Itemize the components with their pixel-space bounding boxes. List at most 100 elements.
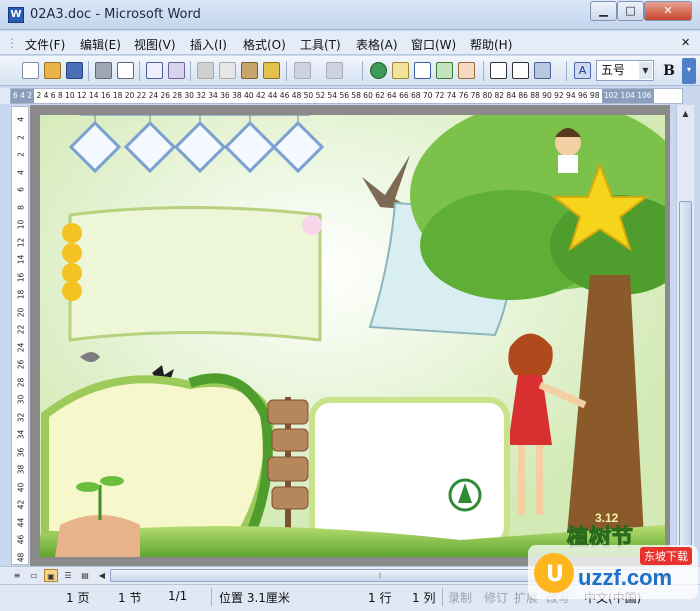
vertical-scrollbar[interactable]: ▲ ▼ xyxy=(676,105,694,571)
word-app-icon[interactable]: W xyxy=(8,7,24,23)
vertical-ruler-mark: 14 xyxy=(16,254,26,265)
copy-icon[interactable] xyxy=(219,62,236,79)
normal-view-icon[interactable]: ≡ xyxy=(10,569,24,582)
menu-bar: ⋮ 文件(F) 编辑(E) 视图(V) 插入(I) 格式(O) 工具(T) 表格… xyxy=(0,31,700,55)
status-column: 1 列 xyxy=(412,591,436,605)
tables-borders-icon[interactable] xyxy=(392,62,409,79)
show-formatting-icon[interactable] xyxy=(534,62,551,79)
columns-icon[interactable] xyxy=(490,62,507,79)
outline-view-icon[interactable]: ☰ xyxy=(61,569,75,582)
menu-help[interactable]: 帮助(H) xyxy=(470,36,512,53)
print-preview-icon[interactable] xyxy=(117,62,134,79)
vertical-ruler-mark: 20 xyxy=(16,307,26,317)
toolbar-options-icon[interactable]: ▾ xyxy=(682,58,696,84)
menu-grip-icon: ⋮ xyxy=(6,36,18,50)
spelling-icon[interactable] xyxy=(146,62,163,79)
insert-table-icon[interactable] xyxy=(414,62,431,79)
horizontal-ruler[interactable]: 6 4 2 2 4 6 8 10 12 14 16 18 20 22 24 26… xyxy=(10,88,683,104)
menu-close-icon[interactable]: ✕ xyxy=(681,36,690,49)
vertical-ruler-mark: 38 xyxy=(16,464,26,475)
vertical-ruler-mark: 22 xyxy=(16,324,26,335)
reading-layout-view-icon[interactable]: ▤ xyxy=(78,569,92,582)
document-page[interactable]: 3.12 植树节 xyxy=(40,115,665,557)
save-icon[interactable] xyxy=(66,62,83,79)
cut-icon[interactable] xyxy=(197,62,214,79)
redo-icon[interactable] xyxy=(326,62,343,79)
vertical-ruler-mark: 36 xyxy=(16,447,26,457)
vertical-ruler-mark: 16 xyxy=(16,272,26,282)
vertical-ruler-mark: 48 xyxy=(16,552,26,562)
toolbar-separator xyxy=(190,61,191,81)
status-track-changes[interactable]: 修订 xyxy=(484,589,508,606)
poster-artwork: 3.12 植树节 xyxy=(40,115,665,557)
vertical-scroll-thumb[interactable] xyxy=(679,201,692,571)
hyperlink-icon[interactable] xyxy=(370,62,387,79)
status-section: 1 节 xyxy=(118,591,142,605)
site-watermark: U uzzf.com 东坡下载 xyxy=(528,545,698,599)
vertical-ruler-mark: 30 xyxy=(16,394,26,405)
close-button[interactable]: ✕ xyxy=(644,1,692,21)
status-page: 1 页 xyxy=(66,591,90,605)
vertical-ruler-mark: 2 xyxy=(16,152,26,157)
vertical-ruler-mark: 44 xyxy=(16,517,26,527)
menu-window[interactable]: 窗口(W) xyxy=(411,36,456,53)
toolbar-separator xyxy=(286,61,287,81)
vertical-ruler-mark: 24 xyxy=(16,342,26,352)
bold-button[interactable]: B xyxy=(659,61,679,81)
holiday-date: 3.12 xyxy=(595,511,619,525)
status-pages: 1/1 xyxy=(168,589,188,603)
vertical-ruler-mark: 34 xyxy=(16,429,26,440)
svg-text:U: U xyxy=(546,562,564,587)
status-separator xyxy=(211,588,212,606)
menu-view[interactable]: 视图(V) xyxy=(134,36,176,53)
vertical-ruler-mark: 4 xyxy=(16,169,26,175)
ruler-left-margin: 6 4 2 xyxy=(11,89,35,103)
new-document-icon[interactable] xyxy=(22,62,39,79)
vertical-ruler-mark: 40 xyxy=(16,482,26,492)
styles-formatting-icon[interactable]: A xyxy=(574,62,591,79)
menu-file[interactable]: 文件(F) xyxy=(25,36,65,53)
vertical-ruler-mark: 6 xyxy=(16,187,26,192)
vertical-ruler-mark: 42 xyxy=(16,499,26,510)
scroll-left-icon[interactable]: ◀ xyxy=(95,569,109,582)
vertical-ruler-mark: 26 xyxy=(16,359,26,370)
font-size-value: 五号 xyxy=(601,63,626,77)
document-map-icon[interactable] xyxy=(512,62,529,79)
toolbar-separator xyxy=(88,61,89,81)
leaf-frame xyxy=(41,375,275,539)
vertical-ruler-mark: 12 xyxy=(16,237,26,247)
title-bar: W 02A3.doc - Microsoft Word ▁ □ ✕ xyxy=(0,0,700,30)
status-record[interactable]: 录制 xyxy=(448,589,472,606)
ruler-right-margin: 102 104 106 xyxy=(601,89,654,103)
menu-table[interactable]: 表格(A) xyxy=(356,36,398,53)
vertical-ruler-mark: 8 xyxy=(16,204,26,210)
window-title: 02A3.doc - Microsoft Word xyxy=(30,7,201,22)
web-layout-view-icon[interactable]: ▭ xyxy=(27,569,41,582)
vertical-ruler-mark: 2 xyxy=(16,134,26,140)
font-size-select[interactable]: 五号 ▼ xyxy=(596,60,654,81)
menu-insert[interactable]: 插入(I) xyxy=(190,36,227,53)
menu-format[interactable]: 格式(O) xyxy=(243,36,286,53)
minimize-button[interactable]: ▁ xyxy=(590,1,617,21)
scroll-up-icon[interactable]: ▲ xyxy=(679,107,692,121)
vertical-ruler-mark: 32 xyxy=(16,412,26,422)
undo-icon[interactable] xyxy=(294,62,311,79)
insert-excel-icon[interactable] xyxy=(436,62,453,79)
toolbar-separator xyxy=(483,61,484,81)
vertical-ruler[interactable]: 4 2 2 4 6 8 10 12 14 16 18 20 22 24 26 28 30 32 34 36 38 40 42… xyxy=(11,106,29,565)
format-painter-icon[interactable] xyxy=(263,62,280,79)
book-frame xyxy=(62,206,322,342)
vertical-ruler-mark: 4 xyxy=(16,117,26,122)
ruler-tab-selector[interactable] xyxy=(0,88,10,104)
vertical-ruler-mark: 10 xyxy=(16,219,26,230)
open-folder-icon[interactable] xyxy=(44,62,61,79)
research-icon[interactable] xyxy=(168,62,185,79)
drawing-icon[interactable] xyxy=(458,62,475,79)
print-layout-view-icon[interactable]: ▣ xyxy=(44,569,58,582)
print-icon[interactable] xyxy=(95,62,112,79)
chevron-down-icon[interactable]: ▼ xyxy=(639,62,652,79)
menu-edit[interactable]: 编辑(E) xyxy=(80,36,121,53)
menu-tools[interactable]: 工具(T) xyxy=(300,36,341,53)
paste-icon[interactable] xyxy=(241,62,258,79)
maximize-button[interactable]: □ xyxy=(617,1,644,21)
